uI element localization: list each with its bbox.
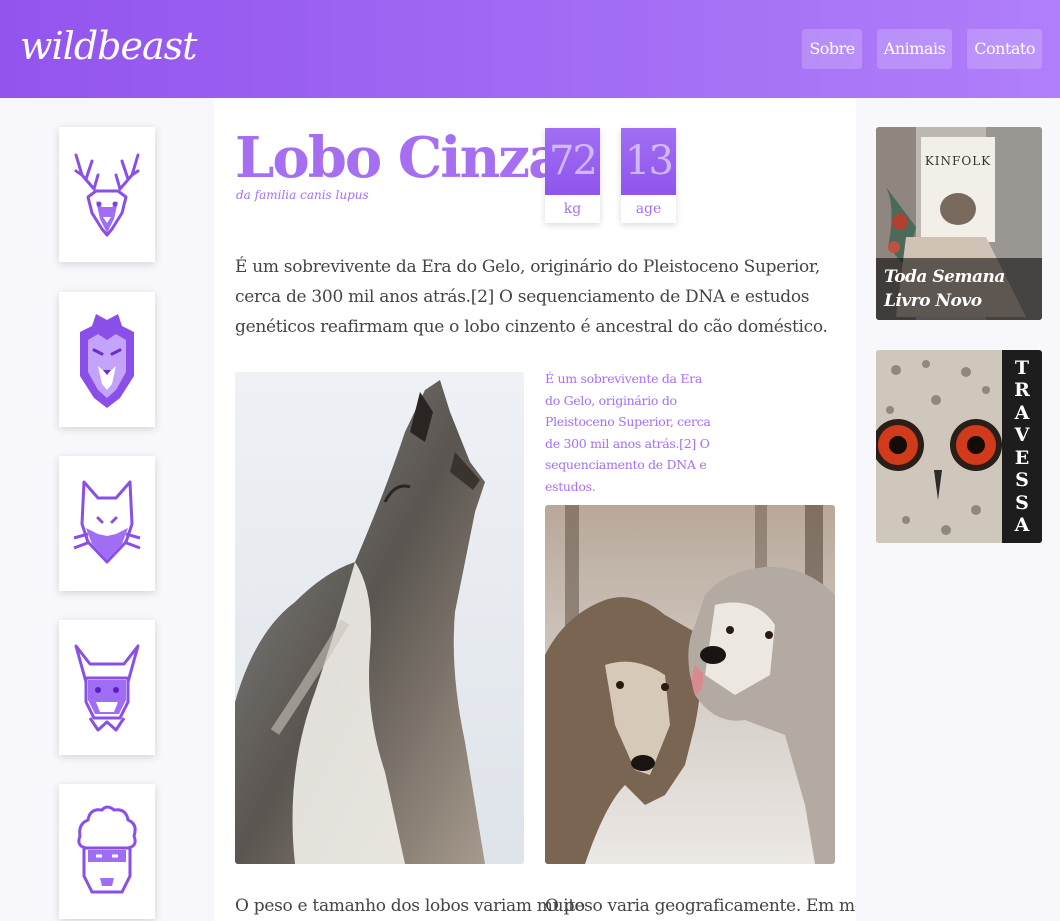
site-logo[interactable]: wildbeast <box>20 24 197 68</box>
howling-wolf-photo <box>235 372 524 864</box>
book-caption-line-1: Toda Semana <box>884 267 1005 287</box>
owl-letter: S <box>1015 469 1029 491</box>
stat-weight: 72 kg <box>545 128 600 223</box>
owl-letter: E <box>1014 446 1030 469</box>
body-text-left: O peso e tamanho dos lobos variam muito <box>235 896 585 916</box>
stat-age-unit: age <box>635 201 662 217</box>
animal-card-fox[interactable] <box>59 456 155 591</box>
stat-weight-unit: kg <box>563 201 582 217</box>
book-cover-text: KINFOLK <box>925 154 991 168</box>
buffalo-icon <box>74 644 140 731</box>
owl-letter: A <box>1014 514 1030 536</box>
deer-icon <box>74 153 140 236</box>
book-promo-caption: Toda Semana Livro Novo <box>876 258 1042 320</box>
main-nav: Sobre Animais Contato <box>802 29 1042 69</box>
promo-book[interactable]: KINFOLK Toda Semana Livro Novo <box>876 127 1042 320</box>
animal-sidebar <box>0 98 214 921</box>
promo-owl[interactable]: T R A V E S S A <box>876 350 1042 543</box>
pull-quote: É um sobrevivente da Era do Gelo, origin… <box>545 371 711 494</box>
animal-card-lion[interactable] <box>59 292 155 427</box>
owl-letter: A <box>1014 401 1030 424</box>
fox-icon <box>73 480 141 563</box>
nav-animais-button[interactable]: Animais <box>876 29 953 69</box>
owl-letter: R <box>1014 379 1030 401</box>
stat-age: 13 age <box>621 128 676 223</box>
body-text-right: O peso varia geograficamente. Em média, <box>545 896 896 916</box>
two-wolves-photo <box>545 505 835 864</box>
lion-icon <box>80 313 134 408</box>
nav-contato-button[interactable]: Contato <box>967 29 1042 69</box>
stat-age-value: 13 <box>621 128 676 195</box>
page-title: Lobo Cinza <box>235 125 564 191</box>
owl-letter: S <box>1015 491 1029 514</box>
article: Lobo Cinza da familia canis lupus 72 kg … <box>214 98 896 921</box>
stat-weight-value: 72 <box>545 128 600 195</box>
sheep-icon <box>77 805 137 893</box>
promo-sidebar: KINFOLK Toda Semana Livro Novo T R A V E… <box>856 98 1060 921</box>
nav-sobre-button[interactable]: Sobre <box>802 29 862 69</box>
book-caption-line-2: Livro Novo <box>884 291 982 311</box>
owl-vertical-text: T R A V E S S A <box>1002 350 1042 543</box>
page-subtitle: da familia canis lupus <box>236 188 369 202</box>
animal-card-sheep[interactable] <box>59 784 155 919</box>
intro-paragraph: É um sobrevivente da Era do Gelo, origin… <box>235 257 828 337</box>
owl-letter: V <box>1014 424 1030 446</box>
animal-card-deer[interactable] <box>59 127 155 262</box>
site-header: wildbeast Sobre Animais Contato <box>0 0 1060 98</box>
owl-letter: T <box>1014 356 1030 379</box>
animal-card-buffalo[interactable] <box>59 620 155 755</box>
